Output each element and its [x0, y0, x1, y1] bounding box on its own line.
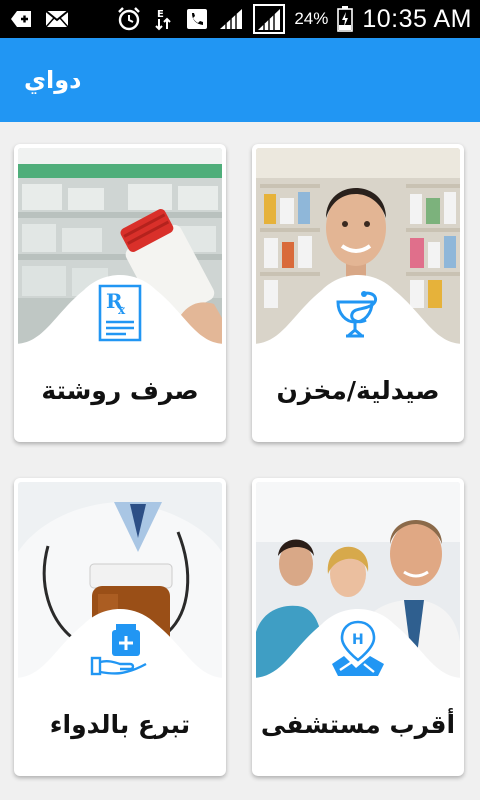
prescription-rx-icon: R x	[94, 284, 146, 344]
donate-card-label: تبرع بالدواء	[49, 710, 191, 739]
data-transfer-icon: E	[150, 8, 176, 31]
mail-icon	[44, 8, 70, 30]
battery-percent: 24%	[294, 9, 329, 28]
add-box-icon	[8, 8, 34, 30]
battery-icon	[336, 6, 354, 32]
pharmacy-card-label: صيدلية/مخزن	[276, 376, 440, 405]
svg-text:x: x	[118, 303, 126, 317]
svg-text:E: E	[157, 9, 164, 20]
app-bar: دواي	[0, 38, 480, 122]
donate-medicine-icon	[90, 620, 150, 676]
status-right-icons: E 24% 10:35 AM	[116, 4, 472, 34]
hospital-card-label: أقرب مستشفى	[260, 710, 456, 739]
signal-icon	[218, 8, 244, 30]
status-left-icons	[8, 8, 70, 30]
donate-card[interactable]: تبرع بالدواء	[14, 478, 226, 776]
hospital-map-icon: H	[330, 620, 386, 678]
phone-icon	[184, 8, 210, 30]
hospital-card[interactable]: H أقرب مستشفى	[252, 478, 464, 776]
prescription-card-label: صرف روشتة	[41, 376, 199, 405]
pharmacy-card[interactable]: صيدلية/مخزن	[252, 144, 464, 442]
status-bar: E 24% 10:35 AM	[0, 0, 480, 38]
svg-text:H: H	[352, 632, 364, 648]
signal-icon	[252, 4, 286, 34]
clock-time: 10:35 AM	[362, 4, 472, 33]
app-title: دواي	[24, 66, 82, 94]
alarm-icon	[116, 7, 142, 31]
pharmacy-bowl-icon	[332, 284, 384, 342]
prescription-card[interactable]: R x صرف روشتة	[14, 144, 226, 442]
